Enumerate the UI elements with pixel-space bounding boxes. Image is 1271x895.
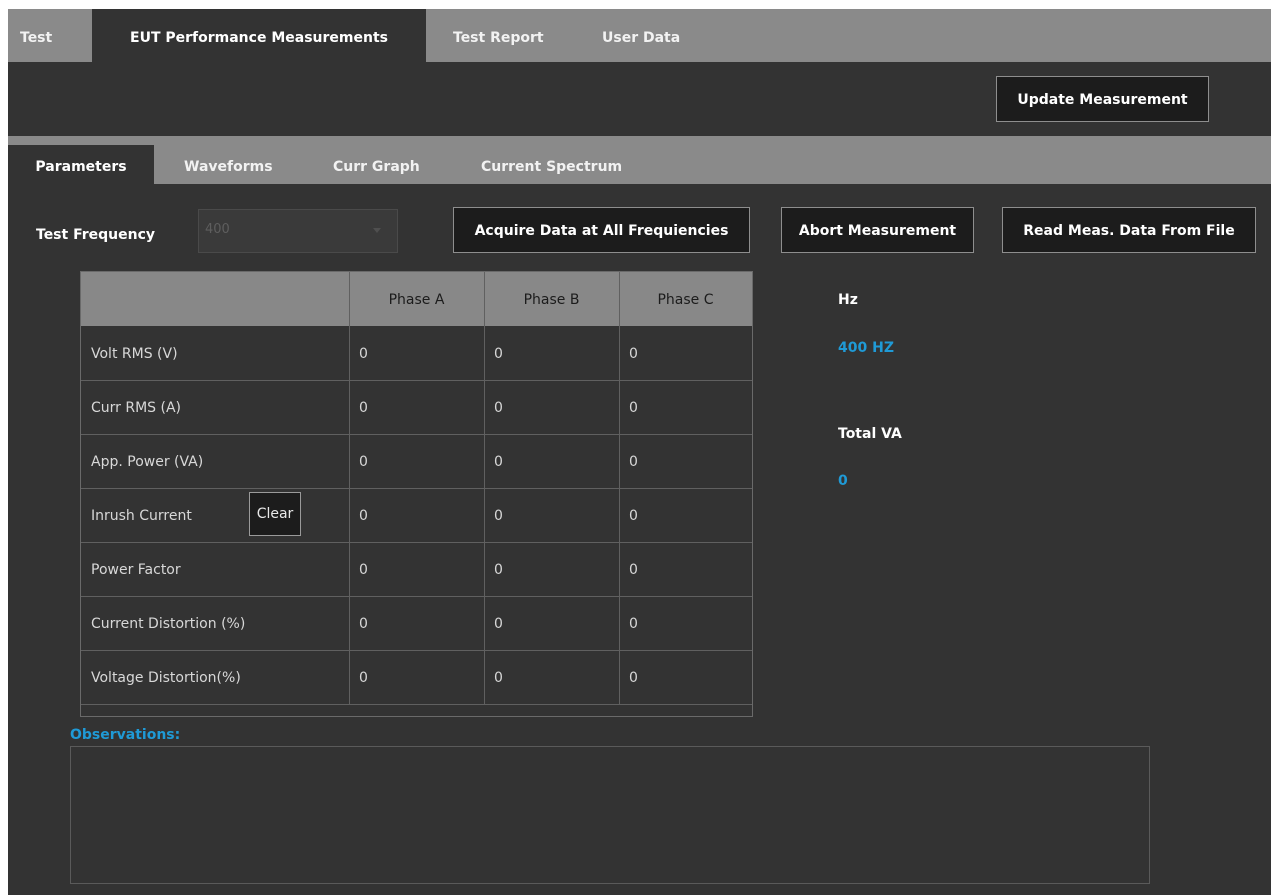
- row-label-volt-rms: Volt RMS (V): [91, 346, 178, 362]
- cell-curr-rms-phase-b: 0: [494, 400, 503, 416]
- cell-volt-rms-phase-c: 0: [629, 346, 638, 362]
- cell-voltage-distortion-phase-b: 0: [494, 670, 503, 686]
- column-header-phase-a: Phase A: [349, 272, 484, 326]
- tab-label: Curr Graph: [333, 159, 420, 175]
- cell-volt-rms-phase-b: 0: [494, 346, 503, 362]
- grid-line: [81, 488, 752, 489]
- cell-voltage-distortion-phase-c: 0: [629, 670, 638, 686]
- tab-label: Waveforms: [184, 159, 273, 175]
- cell-curr-rms-phase-c: 0: [629, 400, 638, 416]
- tab-label: EUT Performance Measurements: [130, 30, 388, 46]
- cell-inrush-phase-a: 0: [359, 508, 368, 524]
- tab-parameters[interactable]: Parameters: [8, 145, 154, 184]
- clear-inrush-button[interactable]: Clear: [249, 492, 301, 536]
- cell-current-distortion-phase-b: 0: [494, 616, 503, 632]
- app-window: Test EUT Performance Measurements Test R…: [8, 9, 1271, 895]
- cell-power-factor-phase-a: 0: [359, 562, 368, 578]
- column-header-phase-c: Phase C: [619, 272, 752, 326]
- total-va-value: 0: [838, 473, 848, 489]
- top-tab-bar: Test EUT Performance Measurements Test R…: [8, 9, 1271, 62]
- cell-power-factor-phase-c: 0: [629, 562, 638, 578]
- tab-waveforms[interactable]: Waveforms: [184, 145, 294, 184]
- column-header-phase-b: Phase B: [484, 272, 619, 326]
- tab-label: Test Report: [453, 30, 544, 46]
- cell-app-power-phase-b: 0: [494, 454, 503, 470]
- sub-tab-bar: Parameters Waveforms Curr Graph Current …: [8, 136, 1271, 184]
- cell-voltage-distortion-phase-a: 0: [359, 670, 368, 686]
- grid-line: [81, 704, 752, 705]
- row-label-inrush-current: Inrush Current: [91, 508, 192, 524]
- acquire-data-button[interactable]: Acquire Data at All Frequiencies: [453, 207, 750, 253]
- cell-current-distortion-phase-c: 0: [629, 616, 638, 632]
- test-frequency-select[interactable]: 400: [198, 209, 398, 253]
- total-va-label: Total VA: [838, 426, 902, 442]
- grid-line: [81, 542, 752, 543]
- tab-current-spectrum[interactable]: Current Spectrum: [481, 145, 651, 184]
- grid-line: [81, 434, 752, 435]
- grid-line: [81, 650, 752, 651]
- tab-user-data[interactable]: User Data: [602, 9, 702, 62]
- observations-label: Observations:: [70, 727, 181, 743]
- hz-label: Hz: [838, 292, 858, 308]
- table-header-empty: [81, 272, 349, 326]
- row-label-power-factor: Power Factor: [91, 562, 181, 578]
- abort-measurement-button[interactable]: Abort Measurement: [781, 207, 974, 253]
- row-label-curr-rms: Curr RMS (A): [91, 400, 182, 416]
- update-measurement-button[interactable]: Update Measurement: [996, 76, 1209, 122]
- test-frequency-label: Test Frequency: [36, 227, 156, 243]
- tab-test[interactable]: Test: [20, 9, 80, 62]
- tab-eut-performance-measurements[interactable]: EUT Performance Measurements: [92, 9, 426, 62]
- cell-power-factor-phase-b: 0: [494, 562, 503, 578]
- tab-label: Parameters: [35, 159, 127, 175]
- cell-app-power-phase-c: 0: [629, 454, 638, 470]
- tab-label: User Data: [602, 30, 681, 46]
- tab-curr-graph[interactable]: Curr Graph: [333, 145, 443, 184]
- cell-curr-rms-phase-a: 0: [359, 400, 368, 416]
- grid-line: [81, 380, 752, 381]
- row-label-voltage-distortion: Voltage Distortion(%): [91, 670, 241, 686]
- hz-value: 400 HZ: [838, 340, 894, 356]
- observations-textarea[interactable]: [70, 746, 1150, 884]
- tab-test-report[interactable]: Test Report: [453, 9, 563, 62]
- read-meas-data-button[interactable]: Read Meas. Data From File: [1002, 207, 1256, 253]
- test-frequency-value: 400: [205, 222, 230, 237]
- cell-app-power-phase-a: 0: [359, 454, 368, 470]
- chevron-down-icon: [373, 228, 381, 233]
- cell-inrush-phase-b: 0: [494, 508, 503, 524]
- tab-label: Current Spectrum: [481, 159, 623, 175]
- cell-volt-rms-phase-a: 0: [359, 346, 368, 362]
- tab-label: Test: [20, 30, 53, 46]
- cell-inrush-phase-c: 0: [629, 508, 638, 524]
- row-label-app-power: App. Power (VA): [91, 454, 204, 470]
- measurement-table: Phase A Phase B Phase C Volt RMS (V) 0 0…: [80, 271, 753, 717]
- row-label-current-distortion: Current Distortion (%): [91, 616, 246, 632]
- grid-line: [81, 596, 752, 597]
- cell-current-distortion-phase-a: 0: [359, 616, 368, 632]
